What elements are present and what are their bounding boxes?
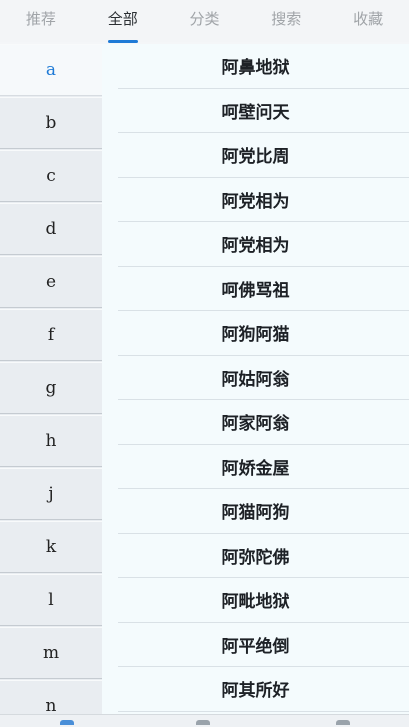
idiom-list-item[interactable]: 呵壁问天 [118, 89, 409, 133]
tab-search[interactable]: 搜索 [245, 0, 327, 42]
bottom-navigation-bar [0, 714, 409, 727]
tab-category[interactable]: 分类 [164, 0, 246, 42]
letter-index-a[interactable]: a [0, 44, 102, 96]
idiom-list-item[interactable]: 阿党相为 [118, 222, 409, 267]
idiom-list-item[interactable]: 阿党相为 [118, 178, 409, 222]
idiom-list-item[interactable]: 阿党比周 [118, 133, 409, 178]
idiom-list-item[interactable]: 阿家阿翁 [118, 400, 409, 445]
idiom-list-item[interactable]: 阿娇金屋 [118, 445, 409, 489]
profile-icon[interactable] [336, 720, 350, 725]
letter-index-n[interactable]: n [0, 680, 102, 717]
idiom-list-item[interactable]: 阿弥陀佛 [118, 534, 409, 578]
letter-index-e[interactable]: e [0, 256, 102, 308]
letter-index-b[interactable]: b [0, 97, 102, 149]
letter-index-f[interactable]: f [0, 309, 102, 361]
home-icon[interactable] [60, 720, 74, 725]
letter-index-k[interactable]: k [0, 521, 102, 573]
tab-favorites[interactable]: 收藏 [327, 0, 409, 42]
tab-all[interactable]: 全部 [82, 0, 164, 42]
top-tab-bar: 推荐 全部 分类 搜索 收藏 [0, 0, 409, 42]
book-icon[interactable] [196, 720, 210, 725]
tab-recommend[interactable]: 推荐 [0, 0, 82, 42]
idiom-list-item[interactable]: 阿平绝倒 [118, 623, 409, 667]
idiom-list-item[interactable]: 阿狗阿猫 [118, 311, 409, 356]
idiom-list-item[interactable]: 阿其所好 [118, 667, 409, 712]
idiom-list-item[interactable]: 阿毗地狱 [118, 578, 409, 623]
letter-index-l[interactable]: l [0, 574, 102, 626]
idiom-list-item[interactable]: 阿姑阿翁 [118, 356, 409, 400]
idiom-list-item[interactable]: 阿猫阿狗 [118, 489, 409, 534]
letter-index-c[interactable]: c [0, 150, 102, 202]
idiom-list-item[interactable]: 阿鼻地狱 [118, 44, 409, 89]
letter-index-d[interactable]: d [0, 203, 102, 255]
letter-index-sidebar: a b c d e f g h j k l m n [0, 44, 102, 717]
letter-index-j[interactable]: j [0, 468, 102, 520]
idiom-list[interactable]: 阿鼻地狱 呵壁问天 阿党比周 阿党相为 阿党相为 呵佛骂祖 阿狗阿猫 阿姑阿翁 … [102, 44, 409, 715]
letter-index-h[interactable]: h [0, 415, 102, 467]
letter-index-g[interactable]: g [0, 362, 102, 414]
idiom-list-item[interactable]: 呵佛骂祖 [118, 267, 409, 311]
letter-index-m[interactable]: m [0, 627, 102, 679]
